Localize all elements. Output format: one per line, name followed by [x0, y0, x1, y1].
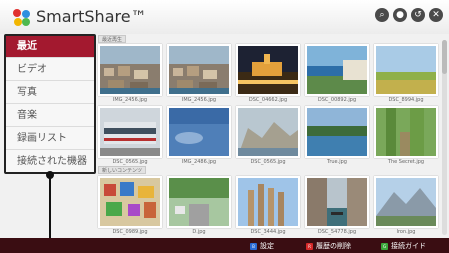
footer-settings-label: 設定 [260, 242, 274, 250]
media-thumbnail [167, 44, 231, 96]
media-tile[interactable]: DSC_0989.jpg [98, 176, 162, 238]
media-thumbnail [98, 44, 162, 96]
media-caption: IMG_2486.jpg [181, 159, 217, 165]
thumbnail-image [169, 178, 229, 226]
media-tile[interactable]: True.jpg [305, 106, 369, 168]
thumbnail-image [307, 178, 367, 226]
sidebar-item-photo[interactable]: 写真 [5, 81, 94, 104]
media-caption: D.jpg [192, 229, 206, 235]
media-caption: DSC_0565.jpg [112, 159, 148, 165]
smartshare-app: SmartShare™ ⌕ ● ↺ ✕ 最近 ビデオ 写真 音楽 録画リスト 接… [0, 0, 449, 253]
user-icon[interactable]: ● [393, 8, 407, 22]
scrollbar-thumb[interactable] [442, 40, 447, 74]
footer-clear-history-label: 履歴の削除 [316, 242, 351, 250]
search-icon[interactable]: ⌕ [375, 8, 389, 22]
media-caption: DSC_0565.jpg [250, 159, 286, 165]
media-thumbnail [374, 176, 438, 228]
header-bar: SmartShare™ ⌕ ● ↺ ✕ [0, 0, 449, 34]
sidebar-item-video[interactable]: ビデオ [5, 58, 94, 81]
media-tile[interactable]: The Secret.jpg [374, 106, 438, 168]
footer-settings-button[interactable]: B 設定 [250, 241, 274, 251]
media-thumbnail [236, 44, 300, 96]
media-tile[interactable]: IMG_2456.jpg [98, 44, 162, 106]
thumbnail-image [100, 46, 160, 94]
section-label-recently-played: 最近再生 [98, 35, 127, 43]
footer-clear-history-button[interactable]: R 履歴の削除 [306, 241, 351, 251]
media-thumbnail [305, 44, 369, 96]
media-tile[interactable]: DSC_0565.jpg [236, 106, 300, 168]
app-title: SmartShare™ [36, 7, 147, 26]
media-caption: DSC_00892.jpg [317, 97, 357, 103]
media-tile[interactable]: D.jpg [167, 176, 231, 238]
thumbnail-image [100, 108, 160, 156]
media-caption: DSC_8994.jpg [388, 97, 424, 103]
media-thumbnail [98, 176, 162, 228]
media-thumbnail [374, 44, 438, 96]
blue-key-icon: B [250, 242, 257, 250]
media-caption: DSC_04662.jpg [248, 97, 288, 103]
thumbnail-image [238, 108, 298, 156]
sidebar-item-recordings[interactable]: 録画リスト [5, 127, 94, 150]
media-tile[interactable]: DSC_3444.jpg [236, 176, 300, 238]
thumbnail-image [100, 178, 160, 226]
content-area: 最近再生 新しいコンテンツ IMG_2456.jpg IMG_2456.jpg DS… [98, 35, 442, 237]
media-tile[interactable]: IMG_2486.jpg [167, 106, 231, 168]
media-tile[interactable]: DSC_00892.jpg [305, 44, 369, 106]
media-caption: IMG_2456.jpg [112, 97, 148, 103]
media-thumbnail [167, 106, 231, 158]
media-thumbnail [374, 106, 438, 158]
media-tile[interactable]: DSC_04662.jpg [236, 44, 300, 106]
thumbnail-image [307, 108, 367, 156]
close-icon[interactable]: ✕ [429, 8, 443, 22]
sidebar-item-recent[interactable]: 最近 [5, 35, 94, 58]
sidebar-item-music[interactable]: 音楽 [5, 104, 94, 127]
media-thumbnail [305, 106, 369, 158]
media-thumbnail [236, 106, 300, 158]
thumbnail-image [238, 178, 298, 226]
thumbnail-image [169, 108, 229, 156]
media-thumbnail [167, 176, 231, 228]
scrollbar[interactable] [442, 40, 447, 235]
media-thumbnail [98, 106, 162, 158]
media-caption: IMG_2456.jpg [181, 97, 217, 103]
red-key-icon: R [306, 242, 313, 250]
footer-connection-guide-button[interactable]: G 接続ガイド [381, 241, 426, 251]
media-caption: True.jpg [327, 159, 347, 165]
media-tile[interactable]: DSC_54778.jpg [305, 176, 369, 238]
footer-connection-guide-label: 接続ガイド [391, 242, 426, 250]
media-thumbnail [236, 176, 300, 228]
media-caption: The Secret.jpg [387, 159, 425, 165]
media-tile[interactable]: DSC_0565.jpg [98, 106, 162, 168]
thumbnail-image [169, 46, 229, 94]
back-icon[interactable]: ↺ [411, 8, 425, 22]
media-caption: DSC_54778.jpg [317, 229, 357, 235]
media-thumbnail [305, 176, 369, 228]
media-caption: Iron.jpg [396, 229, 416, 235]
thumbnail-image [238, 46, 298, 94]
media-tile[interactable]: Iron.jpg [374, 176, 438, 238]
sidebar: 最近 ビデオ 写真 音楽 録画リスト 接続された機器 [5, 35, 95, 173]
media-tile[interactable]: DSC_8994.jpg [374, 44, 438, 106]
media-tile[interactable]: IMG_2456.jpg [167, 44, 231, 106]
media-caption: DSC_3444.jpg [250, 229, 286, 235]
thumbnail-image [376, 178, 436, 226]
footer-bar: B 設定 R 履歴の削除 G 接続ガイド [0, 238, 449, 253]
header-buttons: ⌕ ● ↺ ✕ [375, 8, 443, 22]
thumbnail-image [307, 46, 367, 94]
sidebar-item-connected-devices[interactable]: 接続された機器 [5, 150, 94, 173]
green-key-icon: G [381, 242, 388, 250]
thumbnail-image [376, 46, 436, 94]
thumbnail-image [376, 108, 436, 156]
media-caption: DSC_0989.jpg [112, 229, 148, 235]
smartshare-logo-icon [13, 9, 31, 27]
